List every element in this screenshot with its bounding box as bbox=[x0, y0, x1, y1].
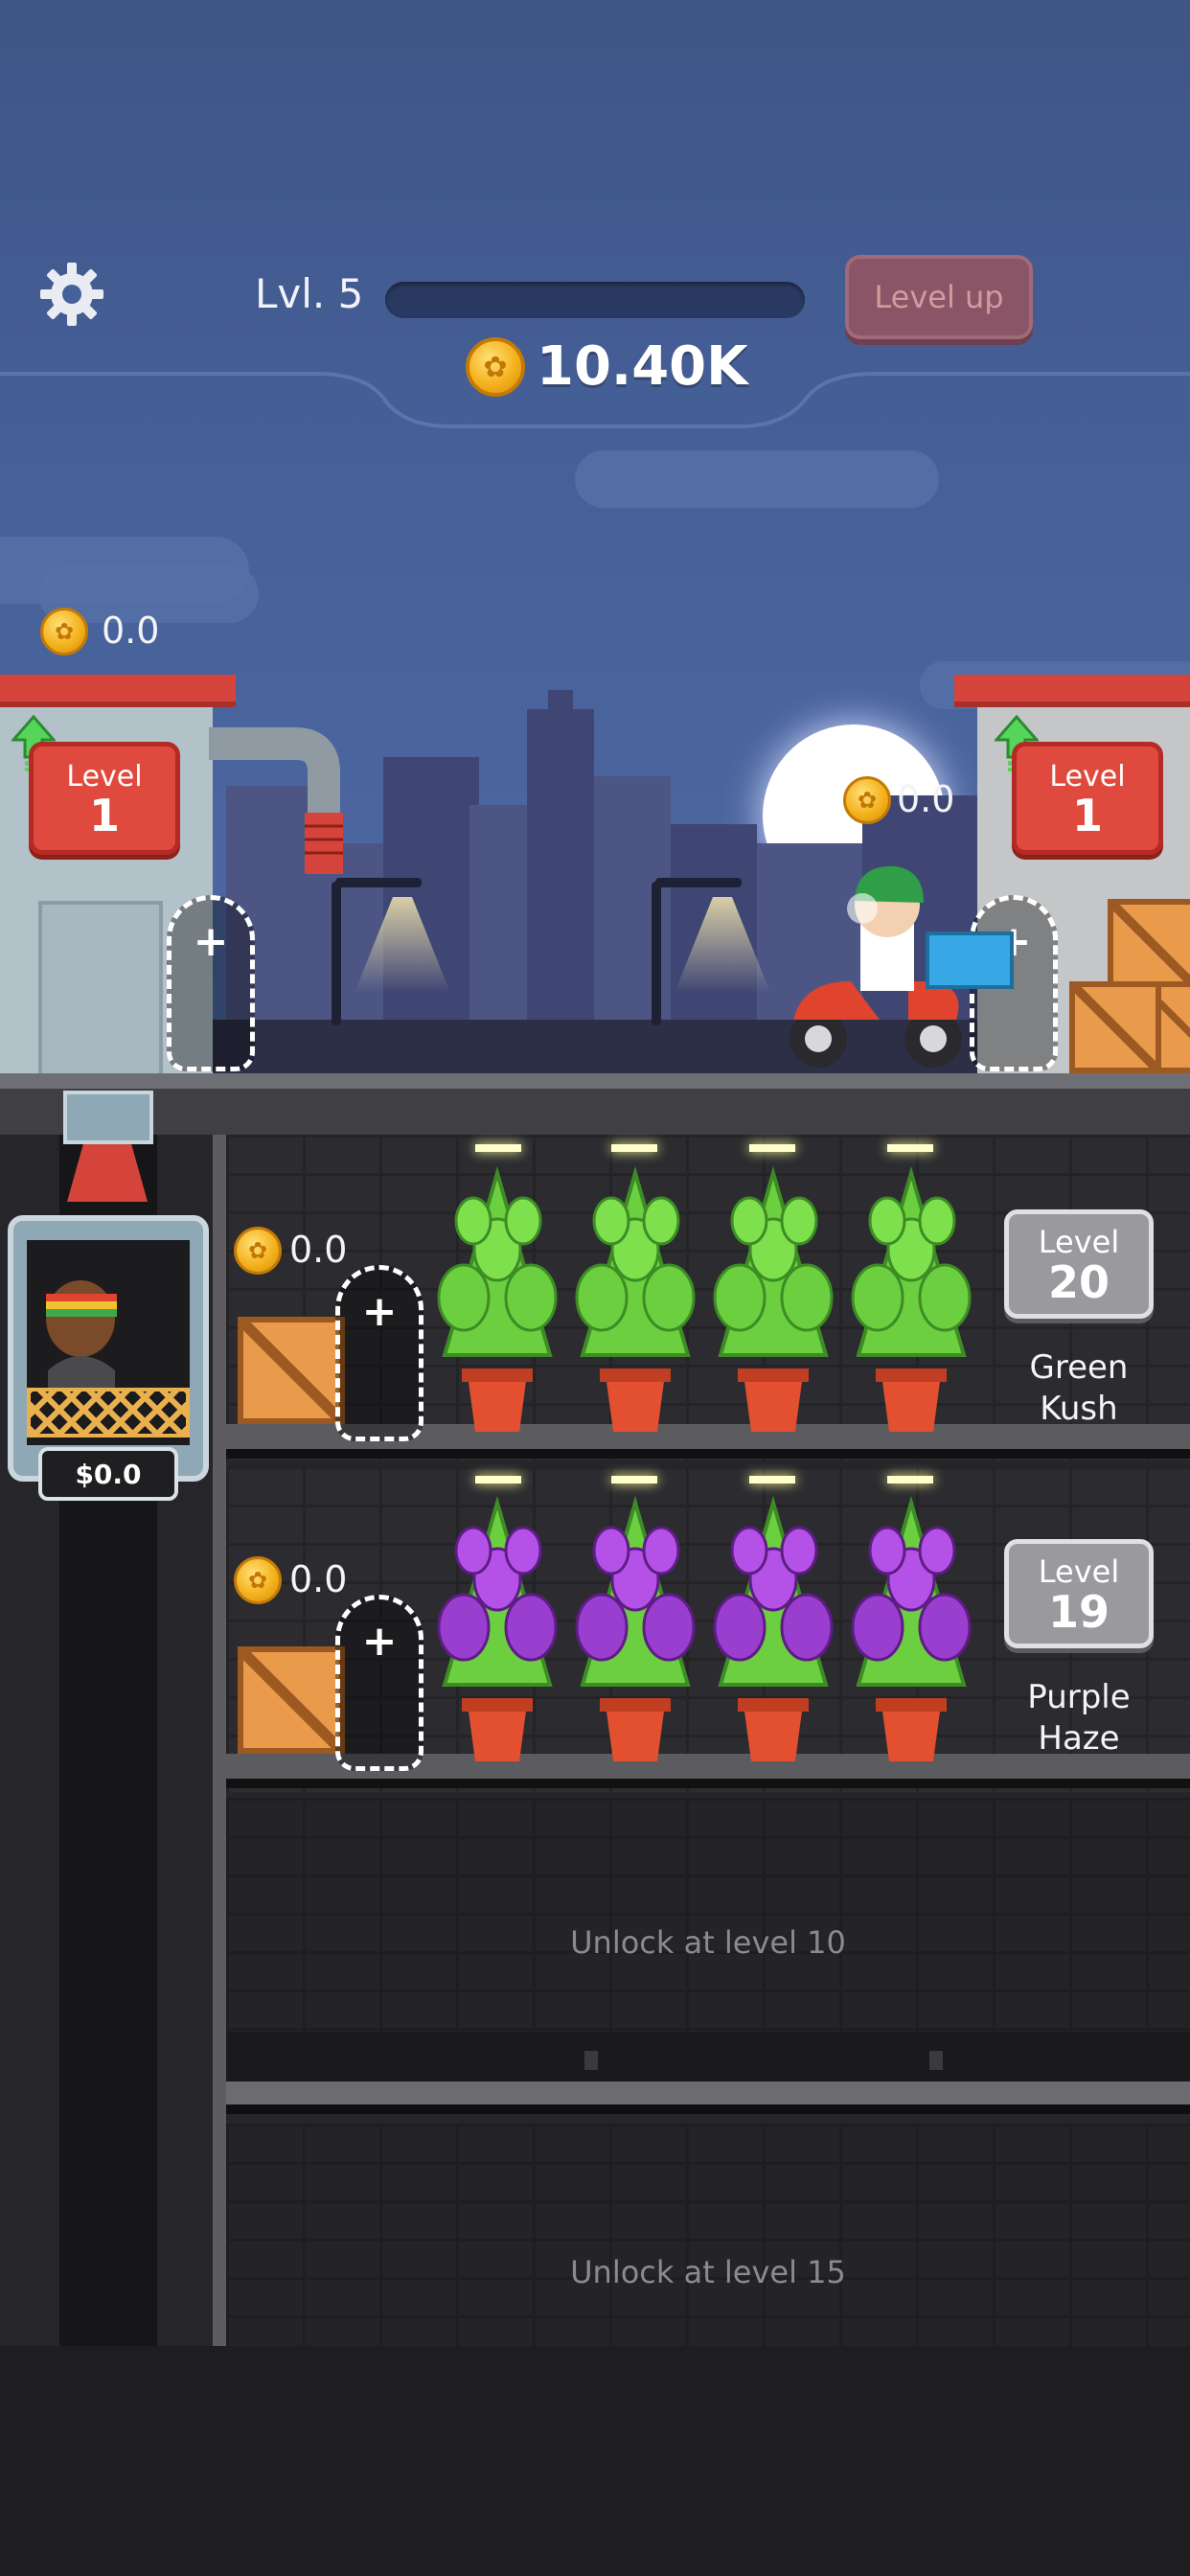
green-kush-plant[interactable] bbox=[711, 1163, 835, 1441]
grow-lamp bbox=[611, 1144, 657, 1152]
locked-floor-4 bbox=[226, 2124, 1190, 2346]
warehouse-level-card[interactable]: Level 1 bbox=[29, 742, 180, 855]
elevator-cash: $0.0 bbox=[38, 1447, 178, 1501]
plus-icon: + bbox=[361, 1287, 398, 1336]
floor-1-strain-name: Green Kush bbox=[993, 1347, 1165, 1429]
floor-2-crate bbox=[238, 1646, 345, 1754]
grow-lamp bbox=[887, 1476, 933, 1484]
grow-lamp bbox=[749, 1476, 795, 1484]
total-coins: 10.40K bbox=[537, 335, 748, 398]
grow-lamp bbox=[475, 1476, 521, 1484]
floor-2-level-card[interactable]: Level 19 bbox=[1004, 1539, 1154, 1648]
street-foundation bbox=[0, 1089, 1190, 1135]
floor-2-add-worker[interactable]: + bbox=[335, 1595, 423, 1771]
grow-lamp bbox=[475, 1144, 521, 1152]
purple-haze-plant[interactable] bbox=[711, 1493, 835, 1771]
delivery-level: 1 bbox=[1071, 789, 1103, 841]
green-kush-plant[interactable] bbox=[849, 1163, 973, 1441]
floor-1-level: 20 bbox=[1047, 1256, 1110, 1308]
floor-1-crate bbox=[238, 1317, 345, 1424]
floor-1-coins: 0.0 bbox=[289, 1229, 348, 1271]
purple-haze-plant[interactable] bbox=[849, 1493, 973, 1771]
purple-haze-plant[interactable] bbox=[573, 1493, 698, 1771]
bottom-fill bbox=[0, 2346, 1190, 2576]
crate bbox=[1156, 981, 1190, 1073]
floor-divider bbox=[226, 2082, 1190, 2114]
floor-2-level: 19 bbox=[1047, 1586, 1110, 1638]
delivery-scooter[interactable] bbox=[774, 857, 1023, 1077]
bolt bbox=[584, 2051, 598, 2070]
street-lamp-arm bbox=[335, 878, 422, 887]
coin-icon: ✿ bbox=[234, 1556, 282, 1604]
purple-haze-plant[interactable] bbox=[435, 1493, 560, 1771]
strain-name-line: Haze bbox=[1038, 1718, 1120, 1758]
street-lamp bbox=[652, 882, 661, 1025]
crate bbox=[1069, 981, 1161, 1073]
station-roof bbox=[954, 675, 1190, 707]
grow-lamp bbox=[887, 1144, 933, 1152]
strain-name-line: Purple bbox=[1027, 1678, 1131, 1716]
building-spire bbox=[548, 690, 573, 719]
elevator-gate bbox=[27, 1388, 190, 1438]
street-lamp bbox=[332, 882, 341, 1025]
level-label: Level bbox=[1049, 759, 1126, 794]
crate bbox=[1108, 899, 1190, 991]
floor-separator bbox=[226, 2032, 1190, 2082]
coin-icon: ✿ bbox=[234, 1227, 282, 1275]
building bbox=[383, 757, 479, 1035]
elevator-operator bbox=[38, 1275, 117, 1390]
player-level: Lvl. 5 bbox=[255, 270, 364, 317]
delivery-coins: 0.0 bbox=[897, 778, 955, 820]
coin-icon: ✿ bbox=[466, 337, 525, 397]
gear-icon bbox=[40, 263, 103, 326]
xp-progress-bar bbox=[385, 282, 805, 318]
coin-icon: ✿ bbox=[40, 608, 88, 656]
level-up-button[interactable]: Level up bbox=[845, 255, 1033, 339]
add-manager-slot[interactable]: + bbox=[167, 895, 255, 1071]
unlock-requirement: Unlock at level 15 bbox=[570, 2254, 846, 2290]
strain-name-line: Kush bbox=[1040, 1389, 1118, 1428]
warehouse-roof bbox=[0, 675, 236, 707]
building bbox=[527, 709, 594, 1035]
plus-icon: + bbox=[361, 1617, 398, 1666]
bolt bbox=[929, 2051, 943, 2070]
warehouse-coins: 0.0 bbox=[102, 610, 160, 652]
strain-name-line: Green bbox=[1029, 1348, 1129, 1387]
building bbox=[469, 805, 527, 1035]
floor-2-coins: 0.0 bbox=[289, 1558, 348, 1600]
level-label: Level bbox=[1038, 1224, 1120, 1260]
green-kush-plant[interactable] bbox=[573, 1163, 698, 1441]
floor-1-add-worker[interactable]: + bbox=[335, 1265, 423, 1441]
level-label: Level bbox=[66, 759, 143, 794]
settings-button[interactable] bbox=[38, 261, 105, 328]
warehouse-level: 1 bbox=[88, 789, 120, 841]
unlock-requirement: Unlock at level 10 bbox=[570, 1924, 846, 1961]
sidewalk bbox=[0, 1073, 1190, 1089]
floor-2-strain-name: Purple Haze bbox=[993, 1677, 1165, 1759]
pipe bbox=[209, 721, 345, 874]
floor-1-level-card[interactable]: Level 20 bbox=[1004, 1209, 1154, 1319]
street-lamp-arm bbox=[655, 878, 742, 887]
elevator-motor bbox=[63, 1091, 153, 1144]
grow-lamp bbox=[611, 1476, 657, 1484]
grow-lamp bbox=[749, 1144, 795, 1152]
green-kush-plant[interactable] bbox=[435, 1163, 560, 1441]
warehouse-door bbox=[38, 901, 163, 1077]
shaft-wall bbox=[213, 1135, 226, 2346]
delivery-level-card[interactable]: Level 1 bbox=[1012, 742, 1163, 855]
level-label: Level bbox=[1038, 1553, 1120, 1590]
coin-icon: ✿ bbox=[843, 776, 891, 824]
cloud bbox=[575, 450, 939, 508]
plus-icon: + bbox=[193, 917, 229, 966]
